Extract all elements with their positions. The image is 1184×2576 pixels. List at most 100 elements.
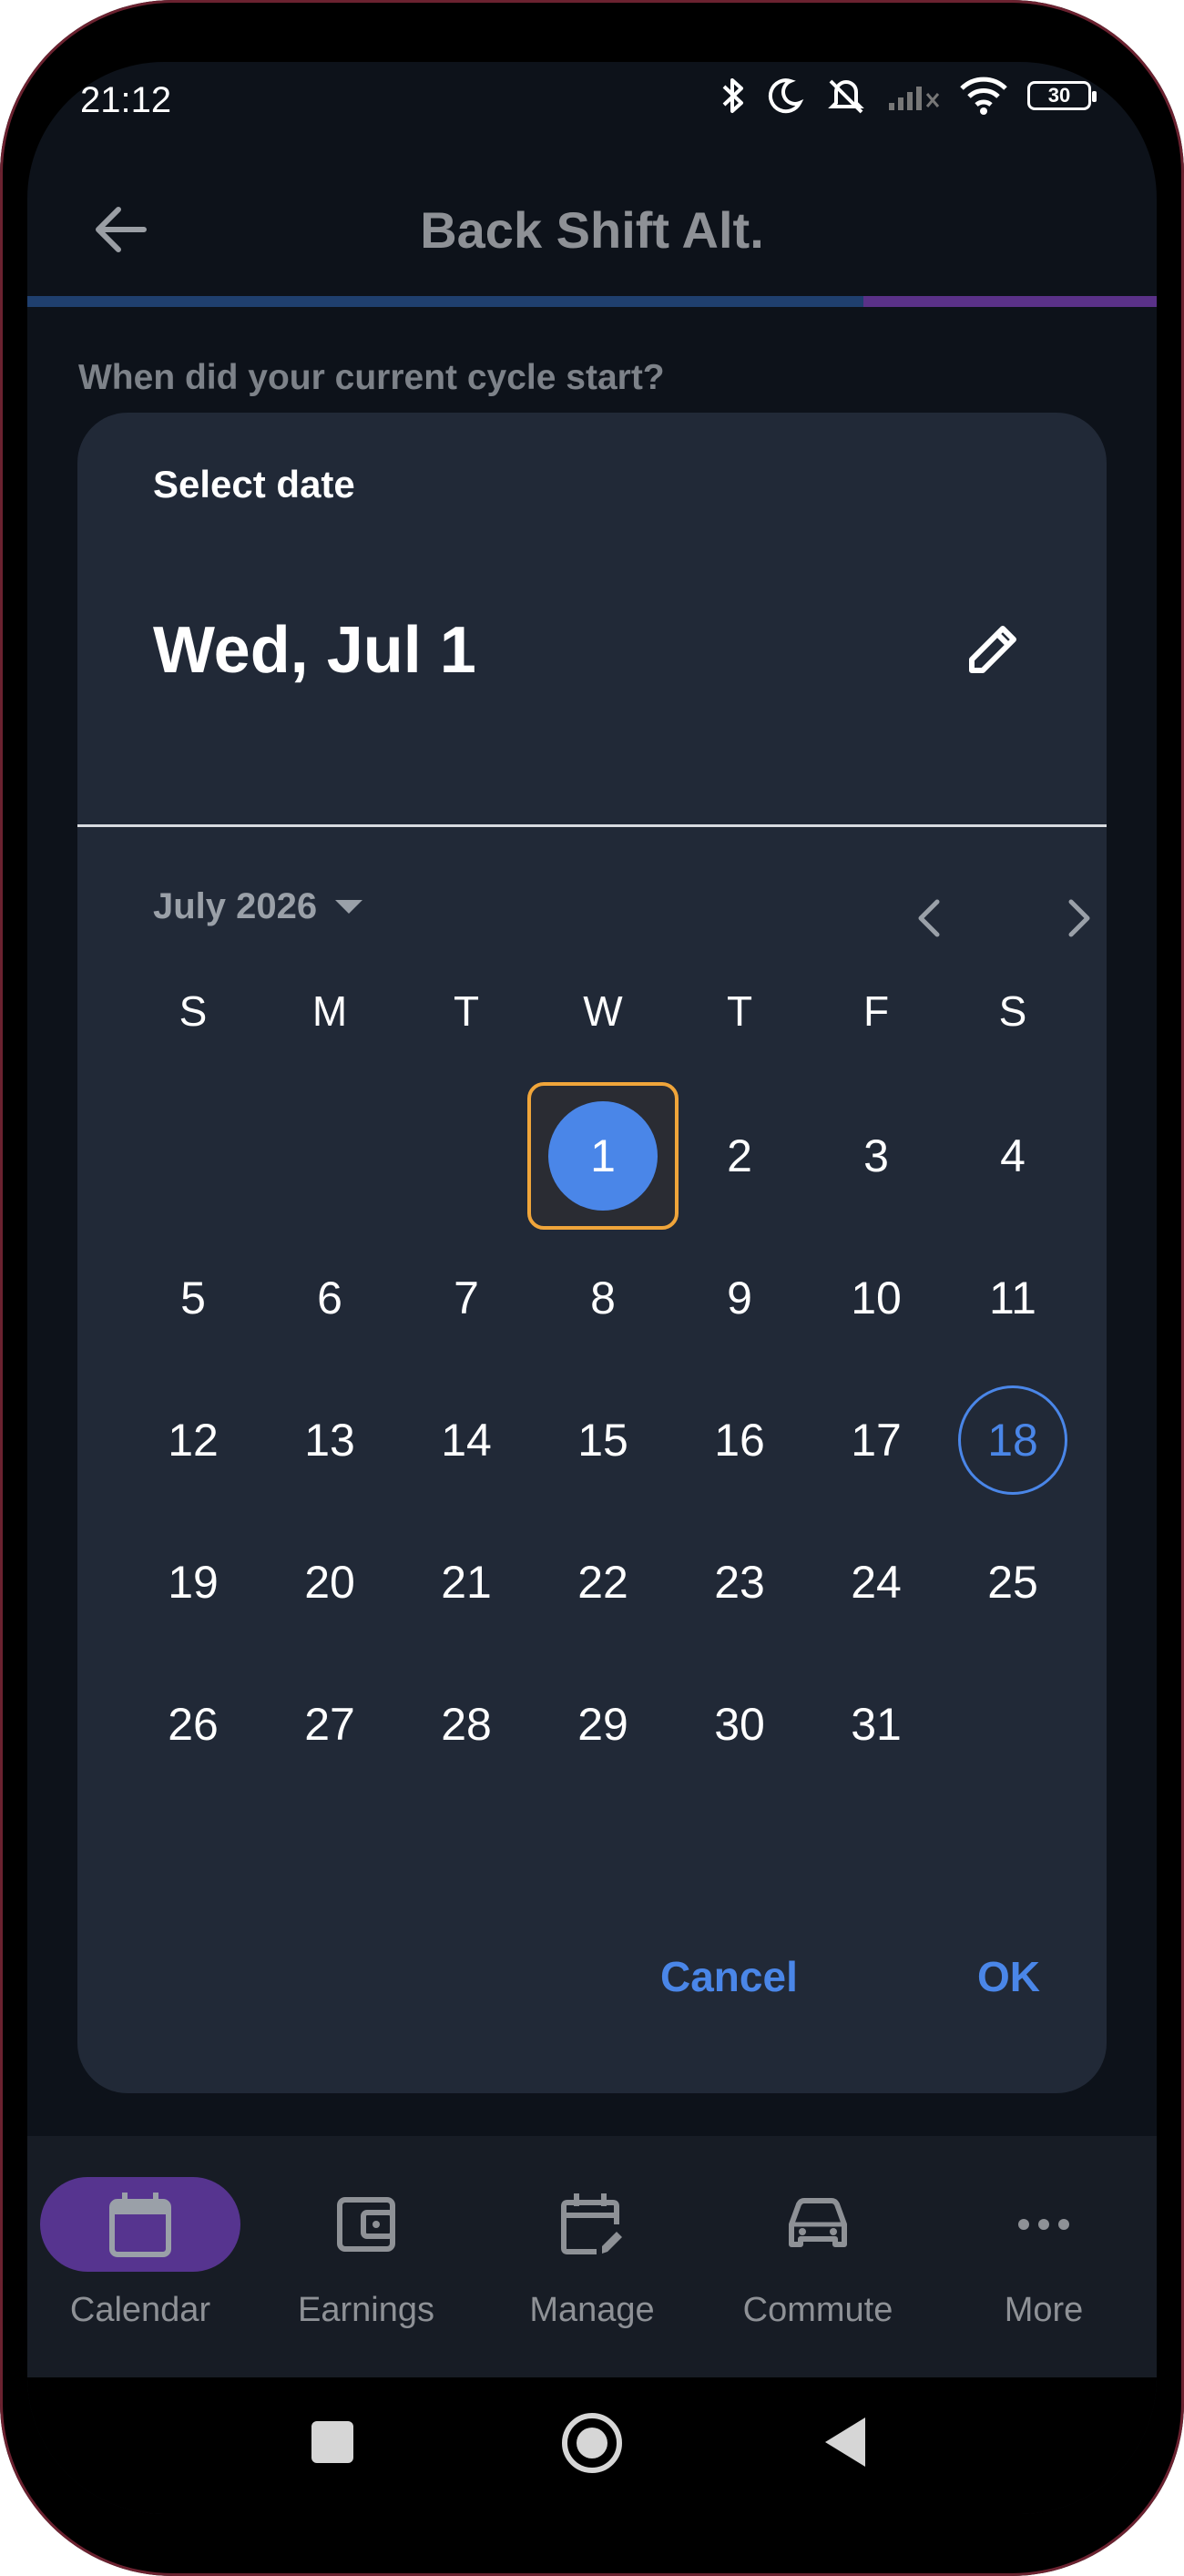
- calendar-day-22[interactable]: 22: [535, 1511, 671, 1653]
- weekday-label: T: [453, 987, 480, 1035]
- weekday-label: M: [311, 987, 348, 1035]
- more-horizontal-icon: [1018, 2219, 1069, 2230]
- calendar-day-31[interactable]: 31: [808, 1653, 944, 1795]
- calendar-day-21[interactable]: 21: [398, 1511, 535, 1653]
- calendar-day-19[interactable]: 19: [125, 1511, 261, 1653]
- calendar-day-14[interactable]: 14: [398, 1369, 535, 1511]
- app-title: Back Shift Alt.: [420, 201, 764, 259]
- status-bar: 21:12 30: [27, 62, 1157, 162]
- calendar-day-label: 28: [441, 1699, 492, 1750]
- calendar-day-label: 27: [304, 1699, 355, 1750]
- caret-down-icon: [335, 899, 363, 914]
- calendar-day-23[interactable]: 23: [671, 1511, 808, 1653]
- calendar-day-label: 20: [304, 1557, 355, 1608]
- calendar-day-label: 18: [958, 1385, 1067, 1495]
- date-picker-help-text: Select date: [153, 463, 355, 506]
- calendar-day-6[interactable]: 6: [261, 1227, 398, 1369]
- calendar-day-12[interactable]: 12: [125, 1369, 261, 1511]
- nav-label-earnings: Earnings: [298, 2291, 434, 2329]
- chevron-right-icon: [1068, 899, 1090, 937]
- nav-label-calendar: Calendar: [69, 2291, 211, 2329]
- nav-item-more[interactable]: More: [931, 2136, 1157, 2377]
- recents-icon[interactable]: [310, 2419, 355, 2465]
- calendar-day-label: 9: [727, 1273, 752, 1324]
- app-bar: Back Shift Alt.: [27, 162, 1157, 299]
- calendar-day-29[interactable]: 29: [535, 1653, 671, 1795]
- moon-icon: [765, 76, 805, 116]
- wifi-icon: [958, 76, 1009, 116]
- nav-item-manage[interactable]: Manage: [479, 2136, 705, 2377]
- nav-active-indicator: [40, 2177, 240, 2272]
- nav-icon-container: [266, 2177, 466, 2272]
- calendar-day-13[interactable]: 13: [261, 1369, 398, 1511]
- next-month-button[interactable]: [1047, 886, 1107, 950]
- month-year-selector[interactable]: July 2026: [153, 886, 364, 927]
- calendar-day-7[interactable]: 7: [398, 1227, 535, 1369]
- calendar-day-17[interactable]: 17: [808, 1369, 944, 1511]
- nav-item-earnings[interactable]: Earnings: [253, 2136, 479, 2377]
- back-triangle-icon[interactable]: [823, 2416, 869, 2469]
- month-label: July 2026: [153, 886, 318, 926]
- calendar-day-4[interactable]: 4: [944, 1085, 1081, 1227]
- calendar-day-label: 14: [441, 1415, 492, 1466]
- calendar-day-20[interactable]: 20: [261, 1511, 398, 1653]
- calendar-day-18[interactable]: 18: [944, 1369, 1081, 1511]
- calendar-day-8[interactable]: 8: [535, 1227, 671, 1369]
- nav-item-commute[interactable]: Commute: [705, 2136, 931, 2377]
- calendar-day-25[interactable]: 25: [944, 1511, 1081, 1653]
- calendar-day-2[interactable]: 2: [671, 1085, 808, 1227]
- calendar-day-label: 8: [590, 1273, 616, 1324]
- calendar-day-label: 13: [304, 1415, 355, 1466]
- calendar-day-5[interactable]: 5: [125, 1227, 261, 1369]
- calendar-day-26[interactable]: 26: [125, 1653, 261, 1795]
- calendar-day-3[interactable]: 3: [808, 1085, 944, 1227]
- calendar-day-label: 25: [987, 1557, 1038, 1608]
- screen: 21:12 30 Back Shift Alt. When did your c…: [27, 62, 1157, 2514]
- phone-frame: 21:12 30 Back Shift Alt. When did your c…: [0, 0, 1184, 2576]
- calendar-day-28[interactable]: 28: [398, 1653, 535, 1795]
- selected-date-headline: Wed, Jul 1: [153, 614, 476, 687]
- home-icon[interactable]: [559, 2410, 625, 2476]
- calendar-day-24[interactable]: 24: [808, 1511, 944, 1653]
- nav-icon-container: [492, 2177, 692, 2272]
- calendar-day-label: 26: [168, 1699, 219, 1750]
- switch-to-input-button[interactable]: [952, 608, 1034, 690]
- calendar-day-27[interactable]: 27: [261, 1653, 398, 1795]
- weekday-label: S: [179, 987, 208, 1035]
- calendar-day-label: 21: [441, 1557, 492, 1608]
- calendar-day-1[interactable]: 1: [527, 1082, 679, 1230]
- status-icons: 30: [720, 75, 1097, 117]
- bottom-navigation-bar: Calendar Earnings Manage Commute More: [27, 2136, 1157, 2377]
- vibrate-off-icon: [823, 76, 869, 116]
- header-divider: [77, 824, 1107, 827]
- nav-item-calendar[interactable]: Calendar: [27, 2136, 253, 2377]
- battery-icon: 30: [1027, 81, 1097, 110]
- calendar-day-16[interactable]: 16: [671, 1369, 808, 1511]
- calendar-day-label: 4: [1000, 1130, 1026, 1181]
- calendar-icon: [109, 2193, 171, 2257]
- calendar-day-11[interactable]: 11: [944, 1227, 1081, 1369]
- calendar-day-9[interactable]: 9: [671, 1227, 808, 1369]
- calendar-day-label: 24: [851, 1557, 902, 1608]
- calendar-day-10[interactable]: 10: [808, 1227, 944, 1369]
- calendar-edit-icon: [561, 2193, 622, 2254]
- cancel-button[interactable]: Cancel: [660, 1952, 798, 2001]
- calendar-day-label: 7: [454, 1273, 479, 1324]
- nav-label-commute: Commute: [742, 2291, 893, 2329]
- calendar-day-label: 29: [577, 1699, 628, 1750]
- wallet-icon: [337, 2197, 395, 2252]
- calendar-day-label: 16: [714, 1415, 765, 1466]
- calendar-day-label: 5: [180, 1273, 206, 1324]
- calendar-day-15[interactable]: 15: [535, 1369, 671, 1511]
- weekday-label: F: [862, 987, 890, 1035]
- calendar-day-label: 23: [714, 1557, 765, 1608]
- ok-button[interactable]: OK: [977, 1952, 1040, 2001]
- calendar-day-label: 17: [851, 1415, 902, 1466]
- calendar-day-label: 22: [577, 1557, 628, 1608]
- bluetooth-icon: [720, 75, 747, 117]
- signal-icon: [887, 79, 940, 112]
- status-time: 21:12: [80, 80, 172, 120]
- calendar-day-grid: 1 2 3 4 5 6 7 8 9 10 11 12 13 14 15 16 17 18 19 20 21 22 23 24 2…: [125, 1082, 1081, 1795]
- calendar-day-30[interactable]: 30: [671, 1653, 808, 1795]
- previous-month-button[interactable]: [897, 886, 961, 950]
